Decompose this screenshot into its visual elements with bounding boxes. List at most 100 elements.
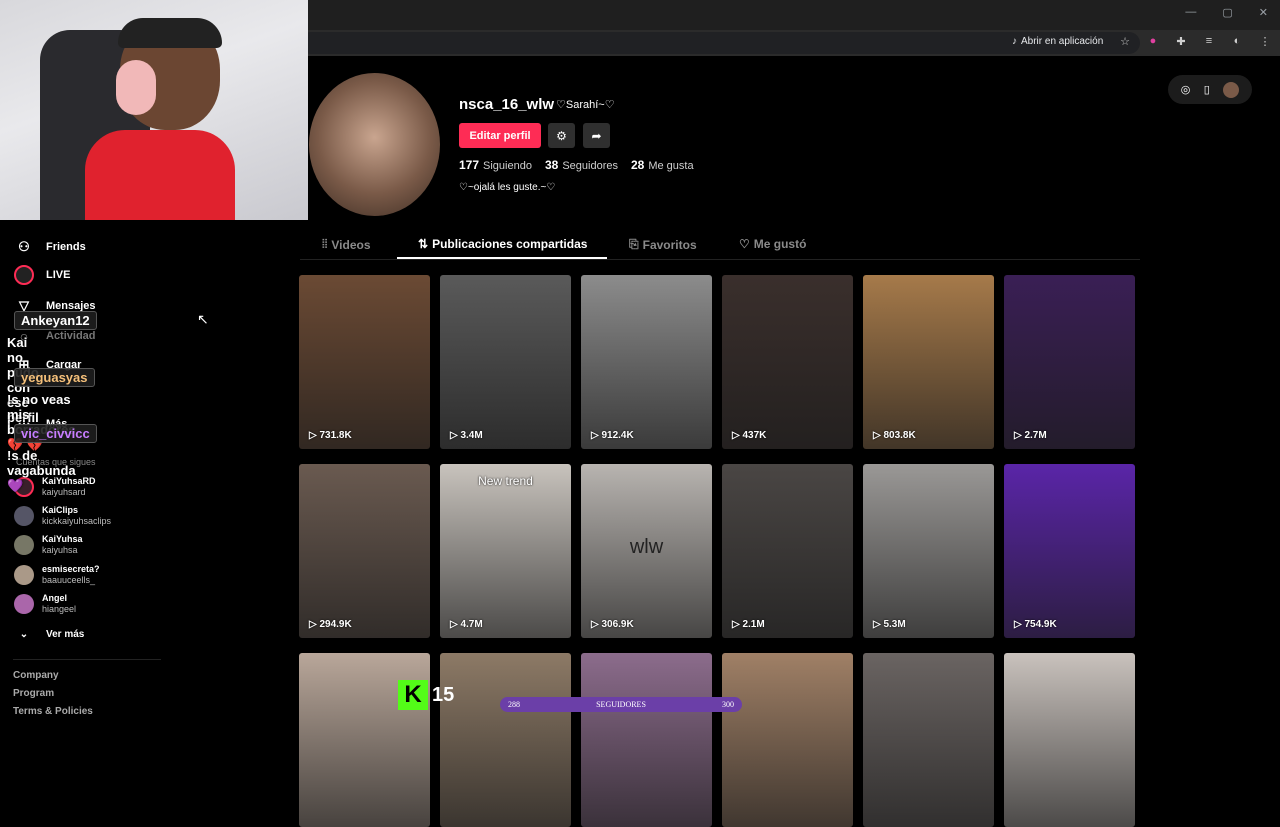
video-view-count: ▷ 4.7M [450, 619, 483, 630]
video-tile[interactable]: ▷ 912.4K [581, 275, 712, 449]
video-view-count: ▷ 2.1M [732, 619, 765, 630]
see-more-button[interactable]: ⌄ Ver más [14, 624, 85, 644]
profile-stats: 177 Siguiendo 38 Seguidores 28 Me gusta [459, 158, 694, 172]
repost-icon: ⇅ [418, 237, 429, 251]
profile-avatar-icon[interactable]: ◐ [1230, 35, 1244, 48]
video-view-count: ▷ 803.8K [873, 430, 916, 441]
play-icon: ▷ [873, 430, 884, 441]
profile-tabs: ⦙⦙ Videos ⇅ Publicaciones compartidas ⎘ Fav… [300, 230, 1140, 260]
play-icon: ▷ [732, 619, 743, 630]
bookmark-icon: ⎘ [629, 237, 639, 251]
play-icon: ▷ [450, 619, 461, 630]
webcam-overlay [0, 0, 308, 220]
profile-nickname: ♡Sarahí~♡ [556, 99, 615, 111]
play-icon: ▷ [309, 619, 320, 630]
play-icon: ▷ [873, 619, 884, 630]
likes-stat: 28 Me gusta [630, 158, 694, 172]
video-tile[interactable] [1004, 653, 1135, 827]
video-tile[interactable]: ▷ 2.7M [1004, 275, 1135, 449]
video-tile[interactable]: ▷ 5.3M [863, 464, 994, 638]
webcam-person [85, 130, 235, 220]
goal-end: 300 [722, 700, 734, 709]
video-tile[interactable]: wlw ▷ 306.9K [581, 464, 712, 638]
gear-icon: ⚙ [556, 128, 567, 143]
settings-button[interactable]: ⚙ [548, 123, 575, 148]
video-tile[interactable] [440, 653, 571, 827]
video-tile[interactable]: ▷ 437K [722, 275, 853, 449]
friends-icon: ⚇ [18, 239, 30, 254]
footer-link-terms[interactable]: Terms & Policies [13, 706, 93, 717]
sidebar-item-live[interactable]: LIVE [14, 265, 70, 285]
kick-logo-icon: K [398, 680, 428, 710]
open-in-app-button[interactable]: ♪ Abrir en aplicación [1012, 36, 1103, 47]
divider [13, 659, 161, 660]
star-icon[interactable]: ☆ [1118, 35, 1132, 48]
video-view-count: ▷ 2.7M [1014, 430, 1047, 441]
video-tile[interactable]: ▷ 2.1M [722, 464, 853, 638]
puzzle-icon[interactable]: ✚ [1174, 35, 1188, 48]
play-icon: ▷ [591, 430, 602, 441]
user-avatar-icon[interactable] [1223, 81, 1240, 98]
avatar [14, 594, 34, 614]
video-tile[interactable]: ▷ 754.9K [1004, 464, 1135, 638]
play-icon: ▷ [309, 430, 320, 441]
phone-icon[interactable]: ▯ [1204, 83, 1210, 96]
tab-favorites[interactable]: ⎘ Favoritos [629, 237, 697, 252]
chat-username: yeguasyas [14, 368, 95, 387]
video-tile[interactable]: ▷ 3.4M [440, 275, 571, 449]
video-tile[interactable] [722, 653, 853, 827]
following-item[interactable]: KaiYuhsa kaiyuhsa [14, 534, 83, 556]
video-tile[interactable]: ▷ 803.8K [863, 275, 994, 449]
video-view-count: ▷ 731.8K [309, 430, 352, 441]
video-view-count: ▷ 754.9K [1014, 619, 1057, 630]
video-tile[interactable] [863, 653, 994, 827]
video-caption-overlay: wlw [629, 536, 664, 558]
play-icon: ▷ [1014, 430, 1025, 441]
active-tab-indicator [397, 257, 607, 259]
following-item[interactable]: Angel hiangeel [14, 593, 76, 615]
close-icon[interactable]: ✕ [1259, 6, 1268, 19]
video-view-count: ▷ 912.4K [591, 430, 634, 441]
chat-message: !s no veas mis borradores 💔 💔 [7, 392, 76, 452]
live-icon [14, 265, 34, 285]
play-icon: ▷ [732, 430, 743, 441]
sidebar-item-friends[interactable]: ⚇ Friends [14, 237, 86, 257]
video-view-count: ▷ 3.4M [450, 430, 483, 441]
footer-link-company[interactable]: Company [13, 670, 59, 681]
video-tile[interactable] [581, 653, 712, 827]
mouse-cursor-icon: ↖ [197, 311, 209, 327]
footer-link-program[interactable]: Program [13, 688, 54, 699]
menu-kebab-icon[interactable]: ⋮ [1258, 35, 1272, 48]
kick-badge: K 15 [398, 680, 454, 710]
video-tile[interactable]: ▷ 731.8K [299, 275, 430, 449]
following-item[interactable]: KaiClips kickkaiyuhsaclips [14, 505, 111, 527]
follower-goal-bar: 288 SEGUIDORES 300 [500, 697, 742, 712]
restore-icon[interactable]: ▢ [1222, 6, 1232, 19]
grid-icon: ⦙⦙ [322, 237, 328, 251]
top-right-tools: ◎ ▯ [1168, 75, 1252, 104]
goal-label: SEGUIDORES [596, 700, 646, 709]
tab-reposts[interactable]: ⇅ Publicaciones compartidas [418, 237, 587, 251]
media-icon[interactable]: ≡ [1202, 35, 1216, 48]
avatar [14, 535, 34, 555]
extension-shield-icon[interactable]: ● [1146, 35, 1160, 48]
share-button[interactable]: ➦ [583, 123, 610, 148]
tab-liked[interactable]: ♡ Me gustó [739, 237, 806, 251]
profile-bio: ♡~ojalá les guste.~♡ [459, 182, 556, 193]
video-tile[interactable]: ▷ 294.9K [299, 464, 430, 638]
followers-stat[interactable]: 38 Seguidores [545, 158, 618, 172]
edit-profile-button[interactable]: Editar perfil [459, 123, 541, 148]
video-view-count: ▷ 294.9K [309, 619, 352, 630]
minimize-icon[interactable]: — [1185, 6, 1196, 19]
avatar [14, 565, 34, 585]
following-item[interactable]: esmisecreta? baauuceells_ [14, 564, 100, 586]
video-view-count: ▷ 5.3M [873, 619, 906, 630]
following-stat[interactable]: 177 Siguiendo [459, 158, 532, 172]
compass-icon[interactable]: ◎ [1181, 83, 1191, 96]
video-tile[interactable]: New trend ▷ 4.7M [440, 464, 571, 638]
tab-videos[interactable]: ⦙⦙ Videos [322, 237, 371, 252]
tabs-divider [300, 259, 1140, 260]
goal-start: 288 [508, 700, 520, 709]
play-icon: ▷ [591, 619, 602, 630]
chat-message: !s de vagabunda 💜 [7, 448, 76, 493]
